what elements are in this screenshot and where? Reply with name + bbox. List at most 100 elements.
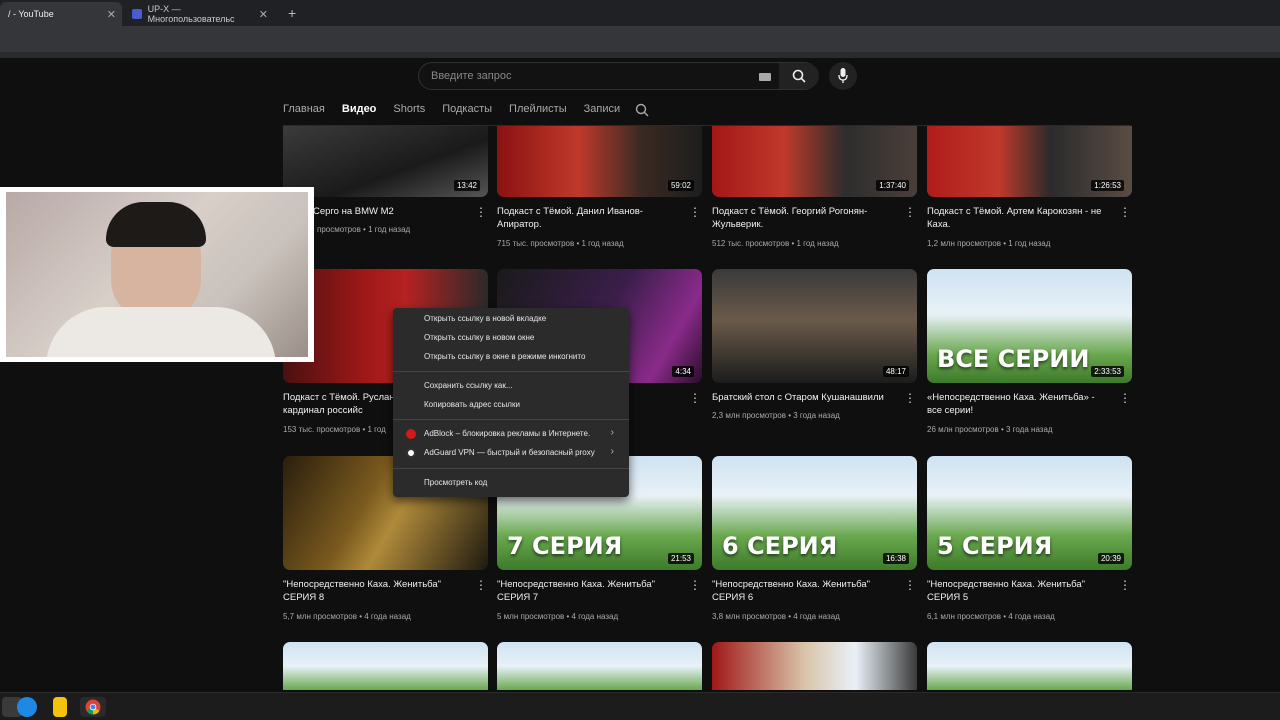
duration-badge: 2:33:53 <box>1091 366 1124 377</box>
more-vert-icon[interactable]: ⋮ <box>1119 391 1131 405</box>
menu-open-new-tab[interactable]: Открыть ссылку в новой вкладке <box>424 314 546 323</box>
thumbnail-caption: 6 СЕРИЯ <box>722 532 838 560</box>
person-shirt <box>46 307 276 357</box>
video-thumbnail[interactable]: ВСЕ СЕРИИ 2:33:53 <box>927 269 1132 383</box>
search-icon <box>792 69 806 83</box>
video-title[interactable]: "Непосредственно Каха. Женитьба" СЕРИЯ 8 <box>283 578 463 604</box>
menu-save-link[interactable]: Сохранить ссылку как... <box>424 381 513 390</box>
duration-badge: 16:38 <box>882 553 909 564</box>
video-meta: 5 млн просмотров • 4 года назад <box>497 612 619 621</box>
video-title[interactable]: "Непосредственно Каха. Женитьба" СЕРИЯ 7 <box>497 578 677 604</box>
tab-podcasts[interactable]: Подкасты <box>442 103 492 115</box>
video-thumbnail[interactable] <box>712 642 917 690</box>
more-vert-icon[interactable]: ⋮ <box>904 578 916 592</box>
new-tab-icon[interactable]: + <box>288 5 296 21</box>
app-icon[interactable] <box>53 697 67 717</box>
menu-open-new-window[interactable]: Открыть ссылку в новом окне <box>424 333 534 342</box>
duration-badge: 4:34 <box>672 366 694 377</box>
webcam-video <box>6 192 308 357</box>
tab-playlists[interactable]: Плейлисты <box>509 103 567 115</box>
more-vert-icon[interactable]: ⋮ <box>689 391 701 405</box>
video-thumbnail[interactable]: 48:17 <box>712 269 917 383</box>
chrome-taskbar-button[interactable] <box>80 697 106 717</box>
video-thumbnail[interactable] <box>927 642 1132 690</box>
webcam-overlay <box>0 187 314 362</box>
browser-tab-upx[interactable]: UP-X — Многопользовательс ✕ <box>124 2 274 26</box>
video-meta: 512 тыс. просмотров • 1 год назад <box>712 239 839 248</box>
keyboard-icon[interactable] <box>759 73 771 81</box>
adblock-icon <box>406 429 416 439</box>
menu-separator <box>393 371 629 372</box>
close-icon[interactable]: ✕ <box>259 8 268 21</box>
video-title[interactable]: Подкаст с Тёмой. Данил Иванов-Апиратор. <box>497 205 677 231</box>
menu-adblock[interactable]: AdBlock – блокировка рекламы в Интернете… <box>424 429 590 438</box>
video-thumbnail[interactable]: 1:37:40 <box>712 126 917 197</box>
tab-videos[interactable]: Видео <box>342 103 377 115</box>
mic-icon <box>838 68 848 83</box>
video-meta: 26 млн просмотров • 3 года назад <box>927 425 1053 434</box>
video-title[interactable]: Подкаст с Тёмой. Артем Карокозян - не Ка… <box>927 205 1107 231</box>
duration-badge: 13:42 <box>453 180 480 191</box>
video-thumbnail[interactable]: 59:02 <box>497 126 702 197</box>
thumbnail-caption: 5 СЕРИЯ <box>937 532 1053 560</box>
menu-separator <box>393 419 629 420</box>
taskbar <box>0 692 1280 720</box>
mic-button[interactable] <box>829 62 857 90</box>
tab-title: UP-X — Многопользовательс <box>147 4 235 24</box>
more-vert-icon[interactable]: ⋮ <box>1119 205 1131 219</box>
video-title[interactable]: "Непосредственно Каха. Женитьба" СЕРИЯ 6 <box>712 578 892 604</box>
video-title[interactable]: "Непосредственно Каха. Женитьба" СЕРИЯ 5 <box>927 578 1107 604</box>
video-title[interactable]: «Непосредственно Каха. Женитьба» - все с… <box>927 391 1107 417</box>
menu-inspect[interactable]: Просмотреть код <box>424 478 487 487</box>
more-vert-icon[interactable]: ⋮ <box>904 391 916 405</box>
chevron-right-icon: › <box>610 427 614 438</box>
video-thumbnail[interactable] <box>283 642 488 690</box>
tab-shorts[interactable]: Shorts <box>393 103 425 115</box>
video-meta: 6,1 млн просмотров • 4 года назад <box>927 612 1055 621</box>
video-title[interactable]: Подкаст с Тёмой. Георгий Рогонян-Жульвер… <box>712 205 892 231</box>
video-thumbnail[interactable] <box>497 642 702 690</box>
video-thumbnail[interactable]: 5 СЕРИЯ 20:39 <box>927 456 1132 570</box>
context-menu: Открыть ссылку в новой вкладке Открыть с… <box>393 308 629 497</box>
thumbnail-caption: 7 СЕРИЯ <box>507 532 623 560</box>
duration-badge: 1:37:40 <box>876 180 909 191</box>
video-meta: 3,8 млн просмотров • 4 года назад <box>712 612 840 621</box>
video-title[interactable]: Братский стол с Отаром Кушанашвили <box>712 391 892 404</box>
chevron-right-icon: › <box>610 446 614 457</box>
video-thumbnail[interactable]: 1:26:53 <box>927 126 1132 197</box>
browser-tab-youtube[interactable]: / - YouTube ✕ <box>0 2 122 26</box>
adguard-icon <box>406 448 416 458</box>
more-vert-icon[interactable]: ⋮ <box>689 578 701 592</box>
duration-badge: 48:17 <box>882 366 909 377</box>
person-hair <box>106 202 206 247</box>
duration-badge: 20:39 <box>1097 553 1124 564</box>
search-icon[interactable] <box>635 103 649 117</box>
youtube-page: Введите запрос Главная Видео Shorts Подк… <box>0 58 1280 690</box>
menu-open-incognito[interactable]: Открыть ссылку в окне в режиме инкогнито <box>424 352 585 361</box>
menu-adguard[interactable]: AdGuard VPN — быстрый и безопасный proxy <box>424 448 595 457</box>
video-meta: 2,3 млн просмотров • 3 года назад <box>712 411 840 420</box>
tab-title: / - YouTube <box>8 9 54 19</box>
chrome-icon <box>85 699 101 715</box>
duration-badge: 21:53 <box>667 553 694 564</box>
tab-home[interactable]: Главная <box>283 103 325 115</box>
video-meta: 715 тыс. просмотров • 1 год назад <box>497 239 624 248</box>
edge-icon[interactable] <box>17 697 37 717</box>
more-vert-icon[interactable]: ⋮ <box>689 205 701 219</box>
video-thumbnail[interactable]: 6 СЕРИЯ 16:38 <box>712 456 917 570</box>
menu-copy-link[interactable]: Копировать адрес ссылки <box>424 400 520 409</box>
more-vert-icon[interactable]: ⋮ <box>475 205 487 219</box>
more-vert-icon[interactable]: ⋮ <box>904 205 916 219</box>
browser-tab-bar: / - YouTube ✕ UP-X — Многопользовательс … <box>0 0 1280 26</box>
tab-posts[interactable]: Записи <box>584 103 621 115</box>
more-vert-icon[interactable]: ⋮ <box>1119 578 1131 592</box>
search-input[interactable]: Введите запрос <box>431 70 511 82</box>
more-vert-icon[interactable]: ⋮ <box>475 578 487 592</box>
channel-tabs: Главная Видео Shorts Подкасты Плейлисты … <box>283 103 620 115</box>
search-button[interactable] <box>779 63 819 89</box>
close-icon[interactable]: ✕ <box>107 8 116 21</box>
video-title[interactable]: Серго на BMW M2 <box>313 205 493 218</box>
address-bar[interactable] <box>0 26 1280 52</box>
duration-badge: 59:02 <box>667 180 694 191</box>
search-box[interactable]: Введите запрос <box>418 62 819 90</box>
